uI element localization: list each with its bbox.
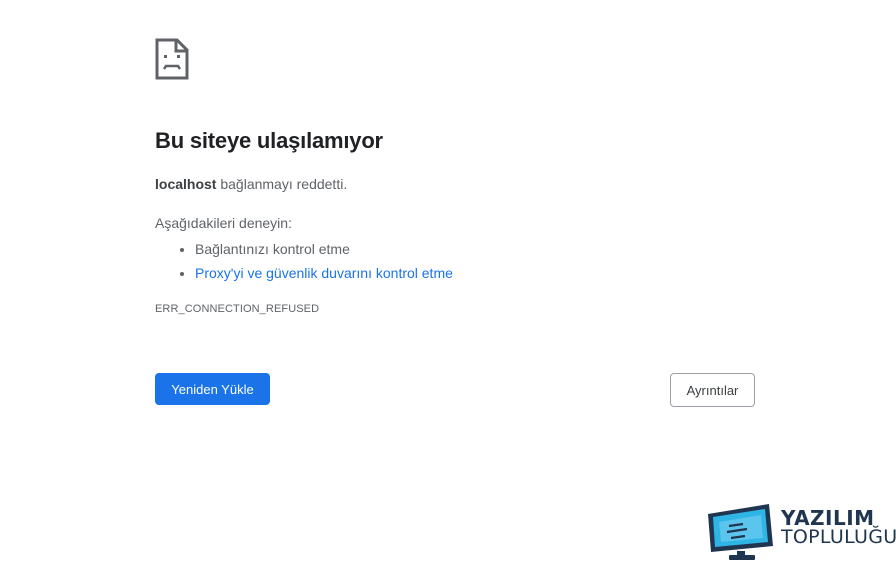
suggestions-list: Bağlantınızı kontrol etme Proxy'yi ve gü…: [155, 237, 453, 285]
details-button[interactable]: Ayrıntılar: [670, 373, 755, 407]
host-message-text: bağlanmayı reddetti.: [216, 176, 348, 192]
suggestion-item: Bağlantınızı kontrol etme: [195, 237, 453, 261]
suggestions-title: Aşağıdakileri deneyin:: [155, 215, 292, 231]
host-name: localhost: [155, 176, 217, 192]
watermark-line2: TOPLULUĞU: [781, 526, 896, 548]
monitor-logo-icon: [708, 504, 773, 560]
error-page: Bu siteye ulaşılamıyor localhost bağlanm…: [0, 0, 896, 562]
error-code: ERR_CONNECTION_REFUSED: [155, 303, 320, 315]
watermark: YAZILIM TOPLULUĞU: [705, 500, 896, 562]
reload-button[interactable]: Yeniden Yükle: [155, 373, 270, 405]
page-title: Bu siteye ulaşılamıyor: [155, 128, 383, 153]
suggestion-check-connection: Bağlantınızı kontrol etme: [195, 241, 350, 257]
sad-page-icon: [155, 38, 189, 80]
suggestion-check-proxy-link[interactable]: Proxy'yi ve güvenlik duvarını kontrol et…: [195, 265, 453, 281]
host-message: localhost bağlanmayı reddetti.: [155, 176, 347, 192]
suggestion-item: Proxy'yi ve güvenlik duvarını kontrol et…: [195, 261, 453, 285]
